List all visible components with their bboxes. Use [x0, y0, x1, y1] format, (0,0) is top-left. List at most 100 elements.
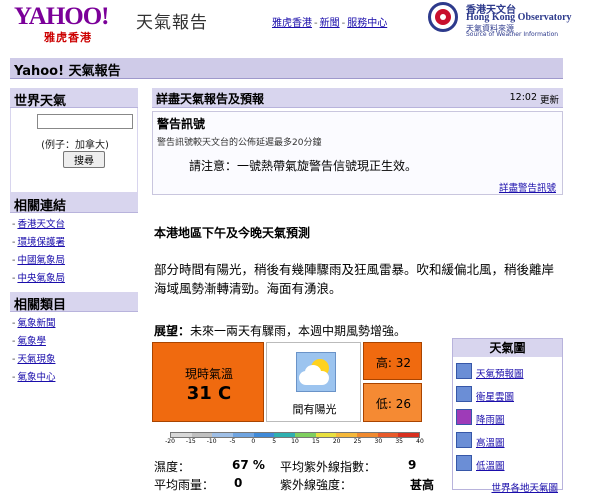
list-item: - 氣象中心 — [12, 372, 56, 383]
search-button[interactable]: 搜尋 — [63, 151, 105, 168]
scale-color-segment — [171, 433, 192, 437]
scale-tick-label: 30 — [374, 438, 383, 445]
satellite-map-icon — [456, 386, 472, 402]
temperature-scale-ticks: -20 -15 -10 -5 0 5 10 15 20 25 30 35 40 — [165, 438, 424, 446]
hko-source-en: Source of Weather Information — [466, 31, 559, 38]
scale-color-segment — [336, 433, 358, 437]
warning-panel: 警告訊號 警告訊號較天文台的公佈延遲最多20分鐘 請注意：一號熱帶氣旋警告信號現… — [152, 111, 563, 195]
scale-tick-label: -20 — [165, 438, 175, 445]
scale-tick-label: 35 — [395, 438, 403, 445]
link-cwb[interactable]: 中央氣象局 — [17, 273, 65, 284]
list-item: - 中國氣象局 — [12, 255, 65, 266]
rain-label: 平均雨量： — [154, 478, 215, 492]
list-item: - 香港天文台 — [12, 219, 65, 230]
warning-title: 警告訊號 — [157, 117, 206, 131]
search-input[interactable] — [37, 114, 133, 129]
rain-value: 0 — [234, 476, 243, 490]
scale-tick-label: 0 — [251, 438, 256, 445]
hko-name-en: Hong Kong Observatory — [466, 12, 572, 23]
site-title: 天氣報告 — [136, 13, 208, 33]
link-weather-centre[interactable]: 氣象中心 — [17, 372, 55, 383]
current-temp-box: 現時氣溫 31 C — [152, 342, 264, 422]
outlook-label: 展望： — [154, 324, 191, 338]
scale-tick-label: -15 — [185, 438, 196, 445]
outlook-text: 未來一兩天有驟雨，本週中期風勢增強。 — [190, 324, 407, 338]
warning-details-link[interactable]: 詳盡警告訊號 — [499, 180, 556, 194]
related-categories-list: - 氣象新聞 - 氣象學 - 天氣現象 - 氣象中心 — [10, 312, 138, 391]
map-link-label[interactable]: 低溫圖 — [476, 458, 505, 472]
refresh-link[interactable]: 更新 — [540, 92, 559, 106]
list-item: - 氣象學 — [12, 336, 46, 347]
condition-box: 間有陽光 — [266, 342, 361, 422]
list-item: - 中央氣象局 — [12, 273, 65, 284]
hko-emblem-icon — [428, 2, 458, 32]
report-title: 詳盡天氣報告及預報 — [156, 92, 265, 106]
forecast-text: 部分時間有陽光，稍後有幾陣驟雨及狂風雷暴。吹和緩偏北風，稍後離岸海域風勢漸轉清勁… — [154, 262, 555, 296]
current-temp-value: 31 C — [186, 383, 232, 404]
scale-color-segment — [253, 433, 275, 437]
readings-row: 平均雨量： 0 紫外線強度： 甚高 — [154, 476, 454, 494]
weather-maps-title: 天氣圖 — [453, 339, 562, 357]
map-link-label[interactable]: 降雨圖 — [476, 412, 505, 426]
link-meteorology[interactable]: 氣象學 — [17, 336, 46, 347]
uv-level-label: 紫外線強度： — [280, 478, 353, 492]
map-link-label[interactable]: 天氣預報圖 — [476, 366, 524, 380]
forecast-map-icon — [456, 363, 472, 379]
warning-note: 警告訊號較天文台的公佈延遲最多20分鐘 — [157, 138, 322, 148]
sun-cloud-icon — [296, 352, 336, 392]
link-hko[interactable]: 香港天文台 — [17, 219, 65, 230]
uv-level-value: 甚高 — [410, 478, 435, 492]
link-cma[interactable]: 中國氣象局 — [17, 255, 65, 266]
warning-message: 請注意：一號熱帶氣旋警告信號現正生效。 — [189, 159, 418, 173]
map-link-label[interactable]: 高溫圖 — [476, 435, 505, 449]
map-link-label[interactable]: 衛星雲圖 — [476, 389, 514, 403]
top-links: 雅虎香港 - 新聞 - 服務中心 — [272, 18, 388, 29]
related-categories-title: 相關類目 — [10, 292, 138, 313]
world-weather-search: (例子：加拿大) 搜尋 — [10, 108, 138, 193]
humidity-label: 濕度： — [154, 460, 191, 474]
scale-color-segment — [233, 433, 254, 437]
weather-readings: 濕度： 67 % 平均紫外線指數： 9 平均雨量： 0 紫外線強度： 甚高 — [154, 458, 454, 494]
list-item: - 天氣現象 — [12, 354, 56, 365]
scale-tick-label: 5 — [272, 438, 277, 445]
scale-color-segment — [212, 433, 234, 437]
weather-maps-panel: 天氣圖 天氣預報圖 衛星雲圖 降雨圖 高溫圖 低溫圖 世界各地天氣圖 — [452, 338, 563, 494]
scale-color-segment — [377, 433, 399, 437]
high-temp: 高: 32 — [375, 356, 412, 370]
world-weather-title: 世界天氣 — [10, 88, 138, 109]
link-weather-phenomena[interactable]: 天氣現象 — [17, 354, 55, 365]
scale-tick-label: 25 — [353, 438, 362, 445]
low-temp: 低: 26 — [375, 397, 412, 411]
main-content: 詳盡天氣報告及預報 12:02 更新 警告訊號 警告訊號較天文台的公佈延遲最多2… — [152, 88, 563, 492]
scale-color-segment — [295, 433, 316, 437]
scale-tick-label: -10 — [206, 438, 217, 445]
scale-color-segment — [315, 433, 337, 437]
link-news[interactable]: 新聞 — [320, 18, 340, 29]
title-bar-text: Yahoo! 天氣報告 — [14, 64, 121, 79]
current-temp-label: 現時氣溫 — [184, 367, 233, 381]
yahoo-logo[interactable]: YAHOO! 雅虎香港 — [14, 3, 132, 45]
related-links-list: - 香港天文台 - 環境保護署 - 中國氣象局 - 中央氣象局 — [10, 213, 138, 292]
scale-tick-label: 20 — [332, 438, 341, 445]
outlook: 展望：未來一兩天有驟雨，本週中期風勢增強。 — [154, 322, 406, 339]
scale-tick-label: 40 — [416, 438, 424, 445]
temperature-scale: -20 -15 -10 -5 0 5 10 15 20 25 30 35 40 — [165, 432, 424, 446]
humidity-value: 67 % — [232, 458, 265, 472]
scale-tick-label: -5 — [229, 438, 236, 445]
related-links-title: 相關連結 — [10, 193, 138, 214]
rainfall-map-icon — [456, 409, 472, 425]
update-time: 12:02 — [509, 92, 537, 103]
readings-row: 濕度： 67 % 平均紫外線指數： 9 — [154, 458, 454, 476]
link-epd[interactable]: 環境保護署 — [17, 237, 65, 248]
link-service-center[interactable]: 服務中心 — [347, 18, 387, 29]
hko-logo[interactable]: 香港天文台 Hong Kong Observatory 天氣資料來源 Sourc… — [428, 0, 593, 40]
scale-color-segment — [357, 433, 378, 437]
list-item: - 氣象新聞 — [12, 318, 56, 329]
scale-color-segment — [398, 433, 420, 437]
world-maps-link[interactable]: 世界各地天氣圖 — [491, 480, 558, 494]
link-yahoo-hk[interactable]: 雅虎香港 — [272, 18, 312, 29]
title-bar: Yahoo! 天氣報告 — [10, 58, 563, 79]
link-weather-news[interactable]: 氣象新聞 — [17, 318, 55, 329]
yahoo-logo-text: YAHOO! — [14, 3, 109, 30]
low-temp-box: 低: 26 — [363, 383, 422, 422]
